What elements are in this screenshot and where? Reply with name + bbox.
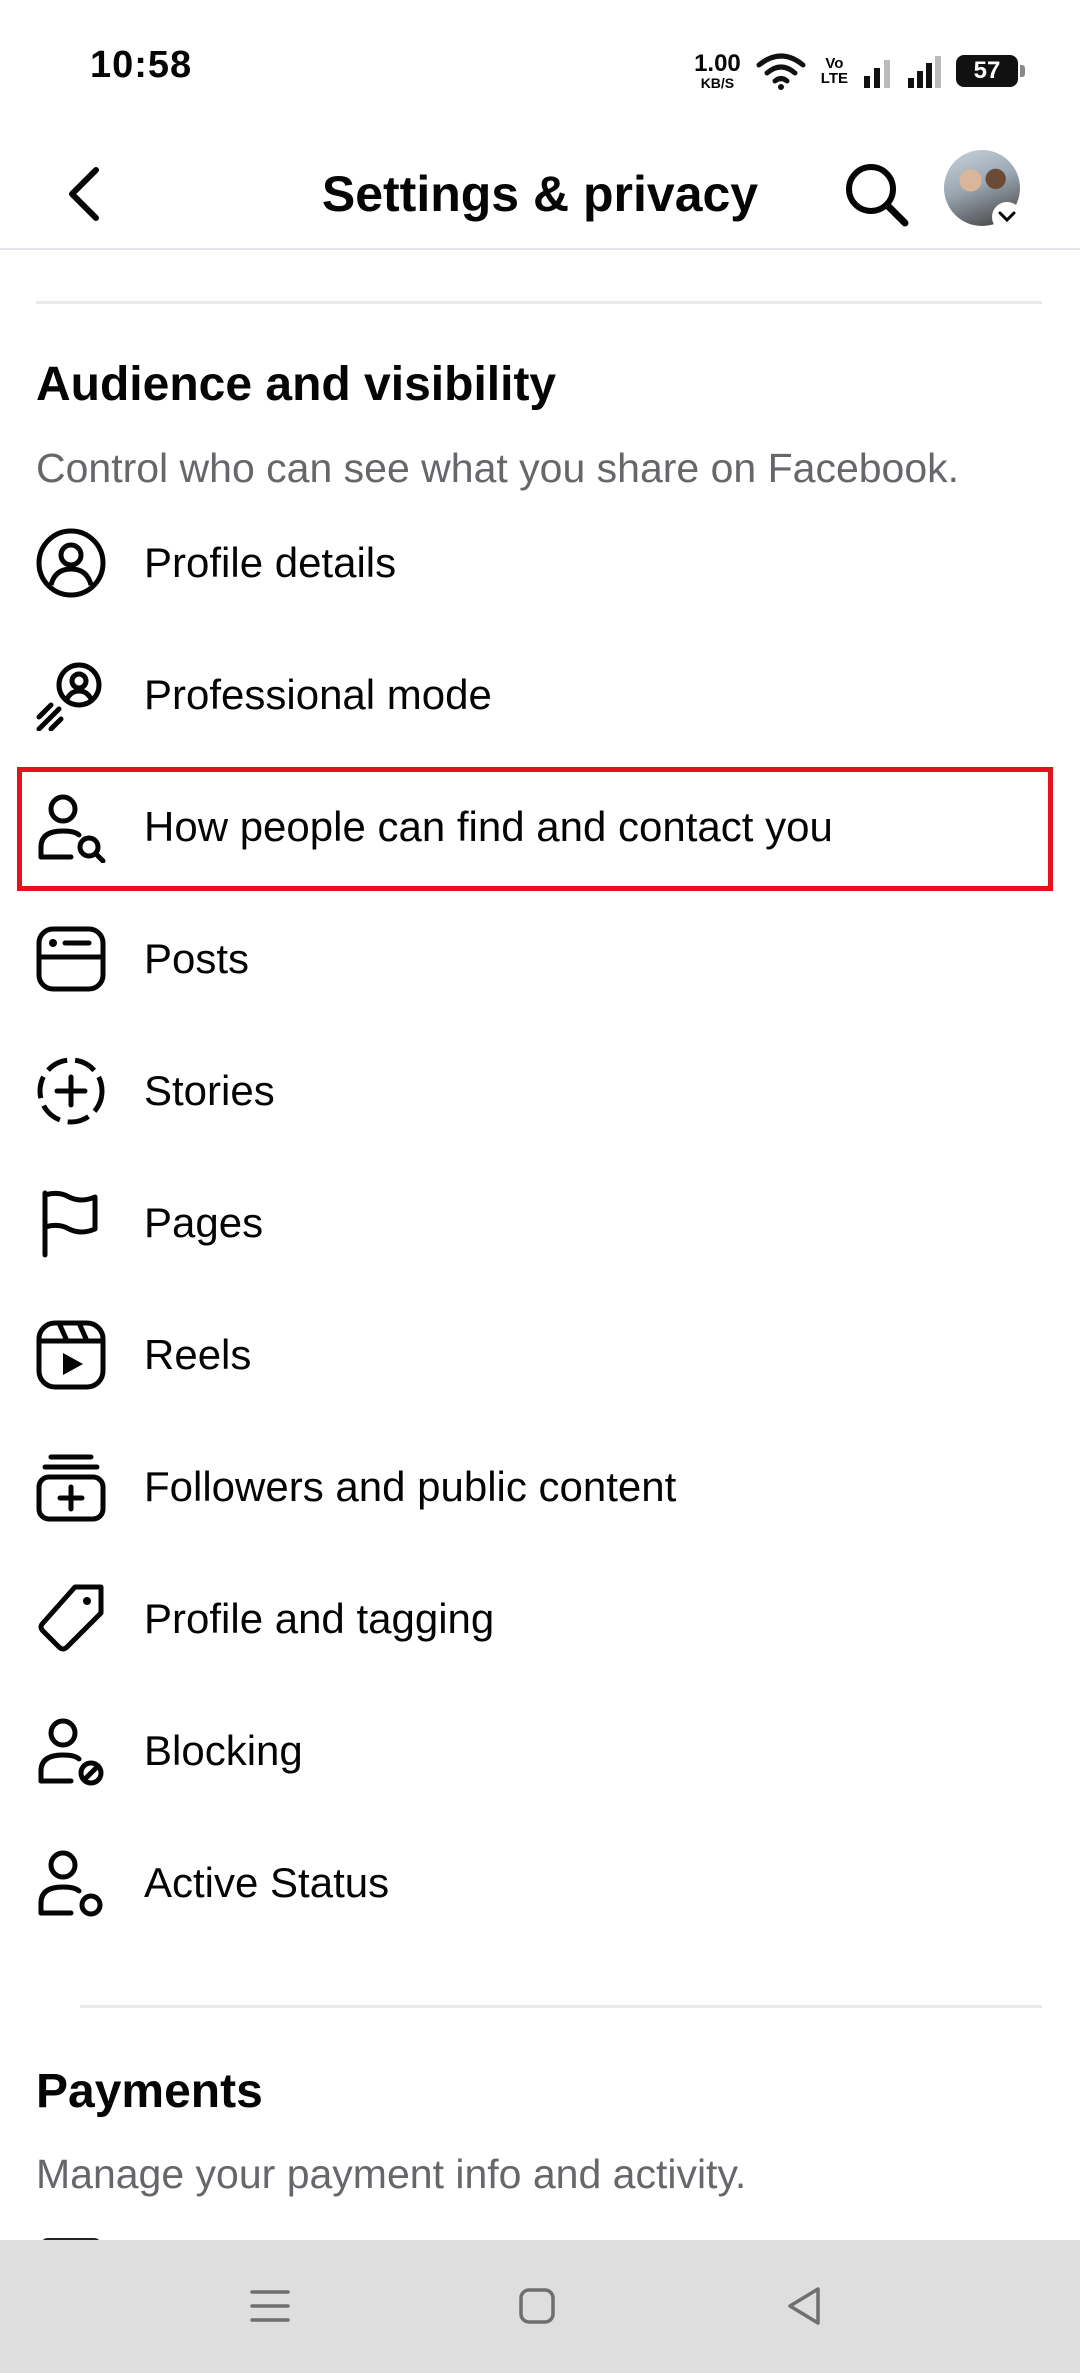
menu-item-profile-details[interactable]: Profile details bbox=[0, 498, 1080, 628]
section-description-audience: Control who can see what you share on Fa… bbox=[36, 445, 960, 491]
posts-icon bbox=[34, 922, 108, 996]
signal-icon-2 bbox=[906, 54, 942, 88]
status-bar: 10:58 1.00 KB/S Vo LTE 57 bbox=[0, 0, 1080, 140]
menu-item-label: Profile details bbox=[144, 539, 397, 586]
status-time: 10:58 bbox=[90, 44, 193, 86]
menu-item-stories[interactable]: Stories bbox=[0, 1026, 1080, 1156]
battery-indicator: 57 bbox=[956, 55, 1025, 87]
stories-plus-icon bbox=[34, 1054, 108, 1128]
flag-icon bbox=[34, 1186, 108, 1260]
divider bbox=[80, 2005, 1042, 2008]
recent-apps-button[interactable] bbox=[240, 2276, 300, 2336]
network-speed-value: 1.00 bbox=[694, 50, 741, 77]
professional-mode-icon bbox=[34, 658, 108, 732]
menu-item-label: Blocking bbox=[144, 1727, 303, 1774]
status-icons: 1.00 KB/S Vo LTE 57 bbox=[694, 48, 1025, 94]
volte-top: Vo bbox=[825, 55, 844, 72]
menu-item-followers[interactable]: Followers and public content bbox=[0, 1422, 1080, 1552]
chevron-down-icon[interactable] bbox=[992, 202, 1022, 232]
system-back-button[interactable] bbox=[774, 2276, 834, 2336]
menu-item-blocking[interactable]: Blocking bbox=[0, 1686, 1080, 1816]
menu-item-active-status[interactable]: Active Status bbox=[0, 1818, 1080, 1948]
home-button[interactable] bbox=[507, 2276, 567, 2336]
signal-icon bbox=[862, 54, 892, 88]
person-block-icon bbox=[34, 1714, 108, 1788]
search-icon bbox=[841, 159, 911, 229]
menu-item-label: Stories bbox=[144, 1067, 275, 1114]
reels-icon bbox=[34, 1318, 108, 1392]
menu-item-label: Pages bbox=[144, 1199, 264, 1246]
person-circle-icon bbox=[34, 526, 108, 600]
menu-item-label: Professional mode bbox=[144, 671, 492, 718]
section-description-payments: Manage your payment info and activity. bbox=[36, 2151, 747, 2197]
menu-item-label: Active Status bbox=[144, 1859, 390, 1906]
menu-item-pages[interactable]: Pages bbox=[0, 1158, 1080, 1288]
square-home-icon bbox=[517, 2286, 557, 2326]
menu-lines-icon bbox=[249, 2288, 291, 2324]
person-status-icon bbox=[34, 1846, 108, 1920]
network-speed-unit: KB/S bbox=[700, 75, 735, 91]
menu-item-profile-tagging[interactable]: Profile and tagging bbox=[0, 1554, 1080, 1684]
network-speed: 1.00 KB/S bbox=[694, 50, 741, 91]
menu-item-label: Followers and public content bbox=[144, 1463, 677, 1510]
menu-item-professional-mode[interactable]: Professional mode bbox=[0, 630, 1080, 760]
tag-icon bbox=[34, 1582, 108, 1656]
followers-stack-icon bbox=[34, 1450, 108, 1524]
volte-indicator: Vo LTE bbox=[821, 56, 848, 86]
triangle-back-icon bbox=[784, 2285, 824, 2327]
menu-item-label: Posts bbox=[144, 935, 250, 982]
top-app-bar: Settings & privacy bbox=[0, 140, 1080, 250]
section-title-audience: Audience and visibility bbox=[36, 358, 557, 411]
divider bbox=[36, 301, 1042, 304]
wifi-icon bbox=[755, 51, 807, 91]
menu-item-label: Profile and tagging bbox=[144, 1595, 495, 1642]
section-title-payments: Payments bbox=[36, 2065, 263, 2118]
search-button[interactable] bbox=[836, 154, 916, 234]
highlight-box bbox=[17, 767, 1053, 891]
system-nav-bar bbox=[0, 2240, 1080, 2373]
menu-item-reels[interactable]: Reels bbox=[0, 1290, 1080, 1420]
volte-bottom: LTE bbox=[820, 70, 848, 87]
menu-item-label: Reels bbox=[144, 1331, 252, 1378]
menu-item-posts[interactable]: Posts bbox=[0, 894, 1080, 1024]
page-title: Settings & privacy bbox=[321, 166, 759, 222]
